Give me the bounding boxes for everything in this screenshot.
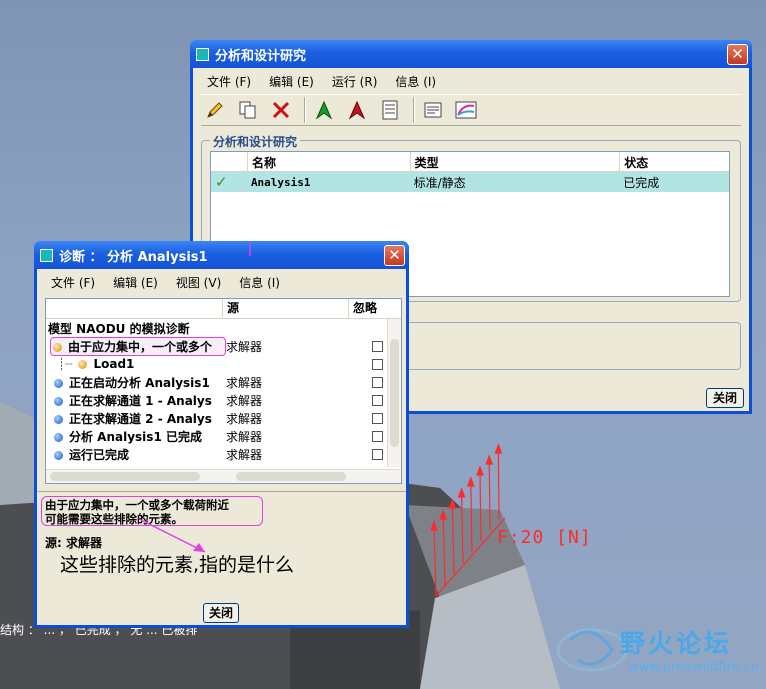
annotation-question: 这些排除的元素,指的是什么 <box>60 554 295 576</box>
annotation-arrow <box>140 243 251 553</box>
